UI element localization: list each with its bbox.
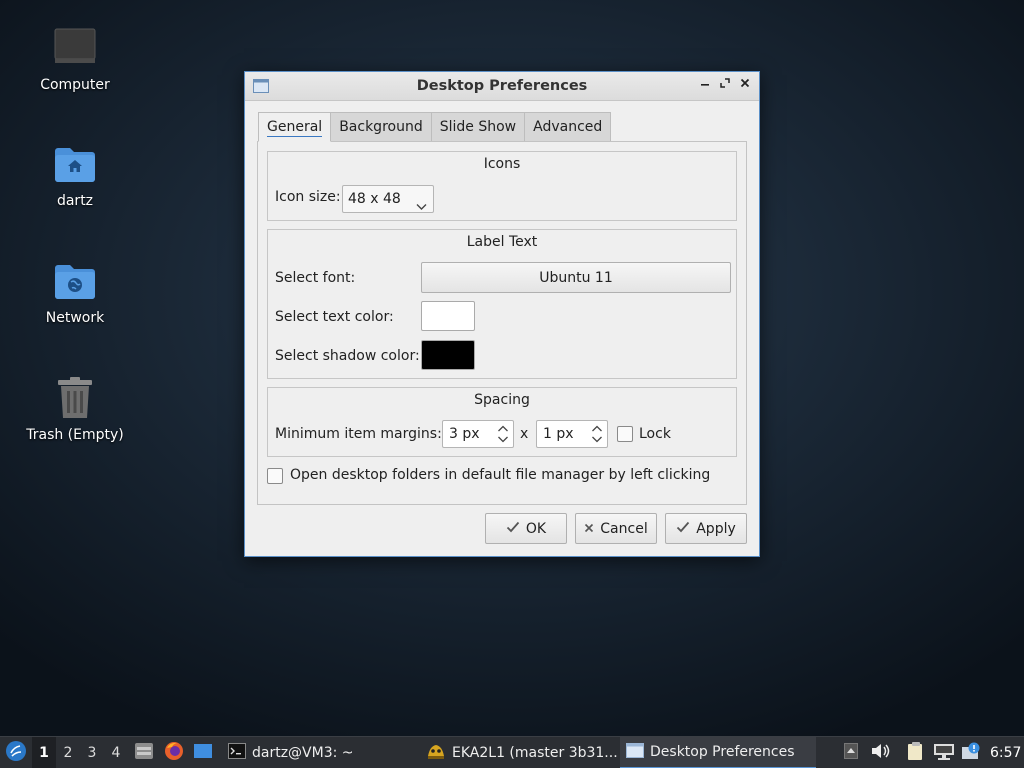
tab-background[interactable]: Background — [331, 112, 432, 142]
task-label: EKA2L1 (master 3b31... — [452, 745, 618, 761]
select-shadow-color-label: Select shadow color: — [275, 348, 420, 364]
terminal-icon — [228, 743, 246, 763]
icon-size-combo[interactable]: 48 x 48 — [342, 185, 434, 213]
label-text-group: Label Text Select font: Ubuntu 11 Select… — [267, 229, 737, 379]
apply-label: Apply — [696, 520, 736, 537]
computer-icon — [51, 24, 99, 72]
icon-size-label: Icon size: — [275, 189, 341, 205]
spacing-group-title: Spacing — [474, 392, 530, 408]
select-text-color-label: Select text color: — [275, 309, 394, 325]
file-manager-icon — [134, 742, 154, 764]
lock-checkbox[interactable] — [617, 426, 633, 442]
eka2l1-icon — [426, 742, 446, 764]
network-folder-icon — [51, 257, 99, 305]
checkmark-icon — [506, 521, 520, 537]
desktop-preferences-dialog: Desktop Preferences General Background S… — [244, 71, 760, 557]
icons-group: Icons Icon size: 48 x 48 — [267, 151, 737, 221]
cancel-button[interactable]: Cancel — [575, 513, 657, 544]
task-terminal[interactable]: dartz@VM3: ~ — [222, 737, 418, 768]
apply-button[interactable]: Apply — [665, 513, 747, 544]
margin-x-spinbox[interactable]: 3 px — [442, 420, 514, 448]
workspace-2[interactable]: 2 — [56, 737, 80, 768]
ok-label: OK — [525, 520, 547, 537]
margin-x-value: 3 px — [449, 426, 480, 442]
ok-button[interactable]: OK — [485, 513, 567, 544]
firefox-launcher[interactable] — [163, 737, 185, 768]
open-folders-checkbox[interactable] — [267, 468, 283, 484]
desktop-icon-label: Trash (Empty) — [26, 427, 124, 443]
desktop-icon-network[interactable]: Network — [20, 257, 130, 326]
task-label: dartz@VM3: ~ — [252, 745, 354, 761]
taskbar: 1 2 3 4 dartz@VM3: ~ EKA2L1 (master 3b31… — [0, 736, 1024, 768]
desktop-icon-label: Computer — [40, 77, 110, 93]
clock[interactable]: 6:57 — [990, 737, 1021, 768]
chevron-down-icon — [416, 194, 427, 220]
cancel-label: Cancel — [600, 520, 648, 537]
desktop-icon-home-folder[interactable]: dartz — [20, 140, 130, 209]
select-font-button[interactable]: Ubuntu 11 — [421, 262, 731, 293]
maximize-icon[interactable] — [717, 77, 733, 93]
icon-size-value: 48 x 48 — [348, 191, 401, 207]
dialog-title: Desktop Preferences — [416, 78, 588, 94]
font-value: Ubuntu 11 — [539, 269, 613, 286]
network-status-button[interactable] — [932, 737, 956, 768]
select-font-label: Select font: — [275, 270, 356, 286]
arrow-up-icon — [844, 743, 858, 763]
task-desktop-preferences[interactable]: Desktop Preferences — [620, 737, 816, 768]
shadow-color-button[interactable] — [421, 340, 475, 370]
text-color-button[interactable] — [421, 301, 475, 331]
file-manager-launcher[interactable] — [133, 737, 155, 768]
open-folders-label: Open desktop folders in default file man… — [290, 467, 711, 483]
desktop-icon-label: dartz — [56, 193, 94, 209]
tab-general[interactable]: General — [258, 112, 332, 142]
close-icon[interactable] — [737, 77, 753, 93]
checkmark-icon — [676, 521, 690, 537]
minimize-icon[interactable] — [697, 77, 713, 93]
desktop-icon-trash[interactable]: Trash (Empty) — [20, 374, 130, 443]
margin-y-value: 1 px — [543, 426, 574, 442]
task-eka2l1[interactable]: EKA2L1 (master 3b31... — [420, 737, 618, 768]
desktop-icon-computer[interactable]: Computer — [20, 24, 130, 93]
tray-expand-button[interactable] — [842, 737, 860, 768]
window-app-icon — [626, 742, 644, 762]
dialog-titlebar[interactable]: Desktop Preferences — [245, 72, 759, 101]
network-wired-icon — [933, 742, 955, 764]
desktop-icon — [193, 743, 213, 763]
trash-icon — [51, 374, 99, 422]
task-label: Desktop Preferences — [650, 744, 795, 760]
spin-arrows-icon[interactable] — [497, 423, 509, 445]
desktop-icon-label: Network — [45, 310, 105, 326]
workspace-3[interactable]: 3 — [80, 737, 104, 768]
margin-separator: x — [520, 426, 529, 442]
lock-label: Lock — [639, 426, 671, 442]
label-text-group-title: Label Text — [466, 234, 538, 250]
lubuntu-logo-icon — [5, 740, 27, 766]
clipboard-button[interactable] — [905, 737, 927, 768]
minimum-item-margins-label: Minimum item margins: — [275, 426, 442, 442]
icons-group-title: Icons — [483, 156, 521, 172]
tab-slide-show[interactable]: Slide Show — [431, 112, 526, 142]
start-menu-button[interactable] — [2, 737, 30, 768]
home-folder-icon — [51, 140, 99, 188]
update-notifier-button[interactable] — [960, 737, 982, 768]
workspace-1[interactable]: 1 — [32, 737, 56, 768]
spacing-group: Spacing Minimum item margins: 3 px x 1 p… — [267, 387, 737, 457]
tab-advanced[interactable]: Advanced — [525, 112, 612, 142]
workspace-4[interactable]: 4 — [104, 737, 128, 768]
close-icon — [584, 521, 594, 537]
general-tab-panel: Icons Icon size: 48 x 48 Label Text Sele… — [257, 141, 747, 505]
show-desktop-launcher[interactable] — [192, 737, 214, 768]
tab-bar: General Background Slide Show Advanced — [258, 112, 612, 142]
clipboard-icon — [907, 741, 925, 765]
spin-arrows-icon[interactable] — [591, 423, 603, 445]
speaker-icon — [870, 743, 890, 763]
volume-button[interactable] — [869, 737, 891, 768]
margin-y-spinbox[interactable]: 1 px — [536, 420, 608, 448]
firefox-icon — [164, 741, 184, 765]
update-notifier-icon — [961, 742, 981, 764]
